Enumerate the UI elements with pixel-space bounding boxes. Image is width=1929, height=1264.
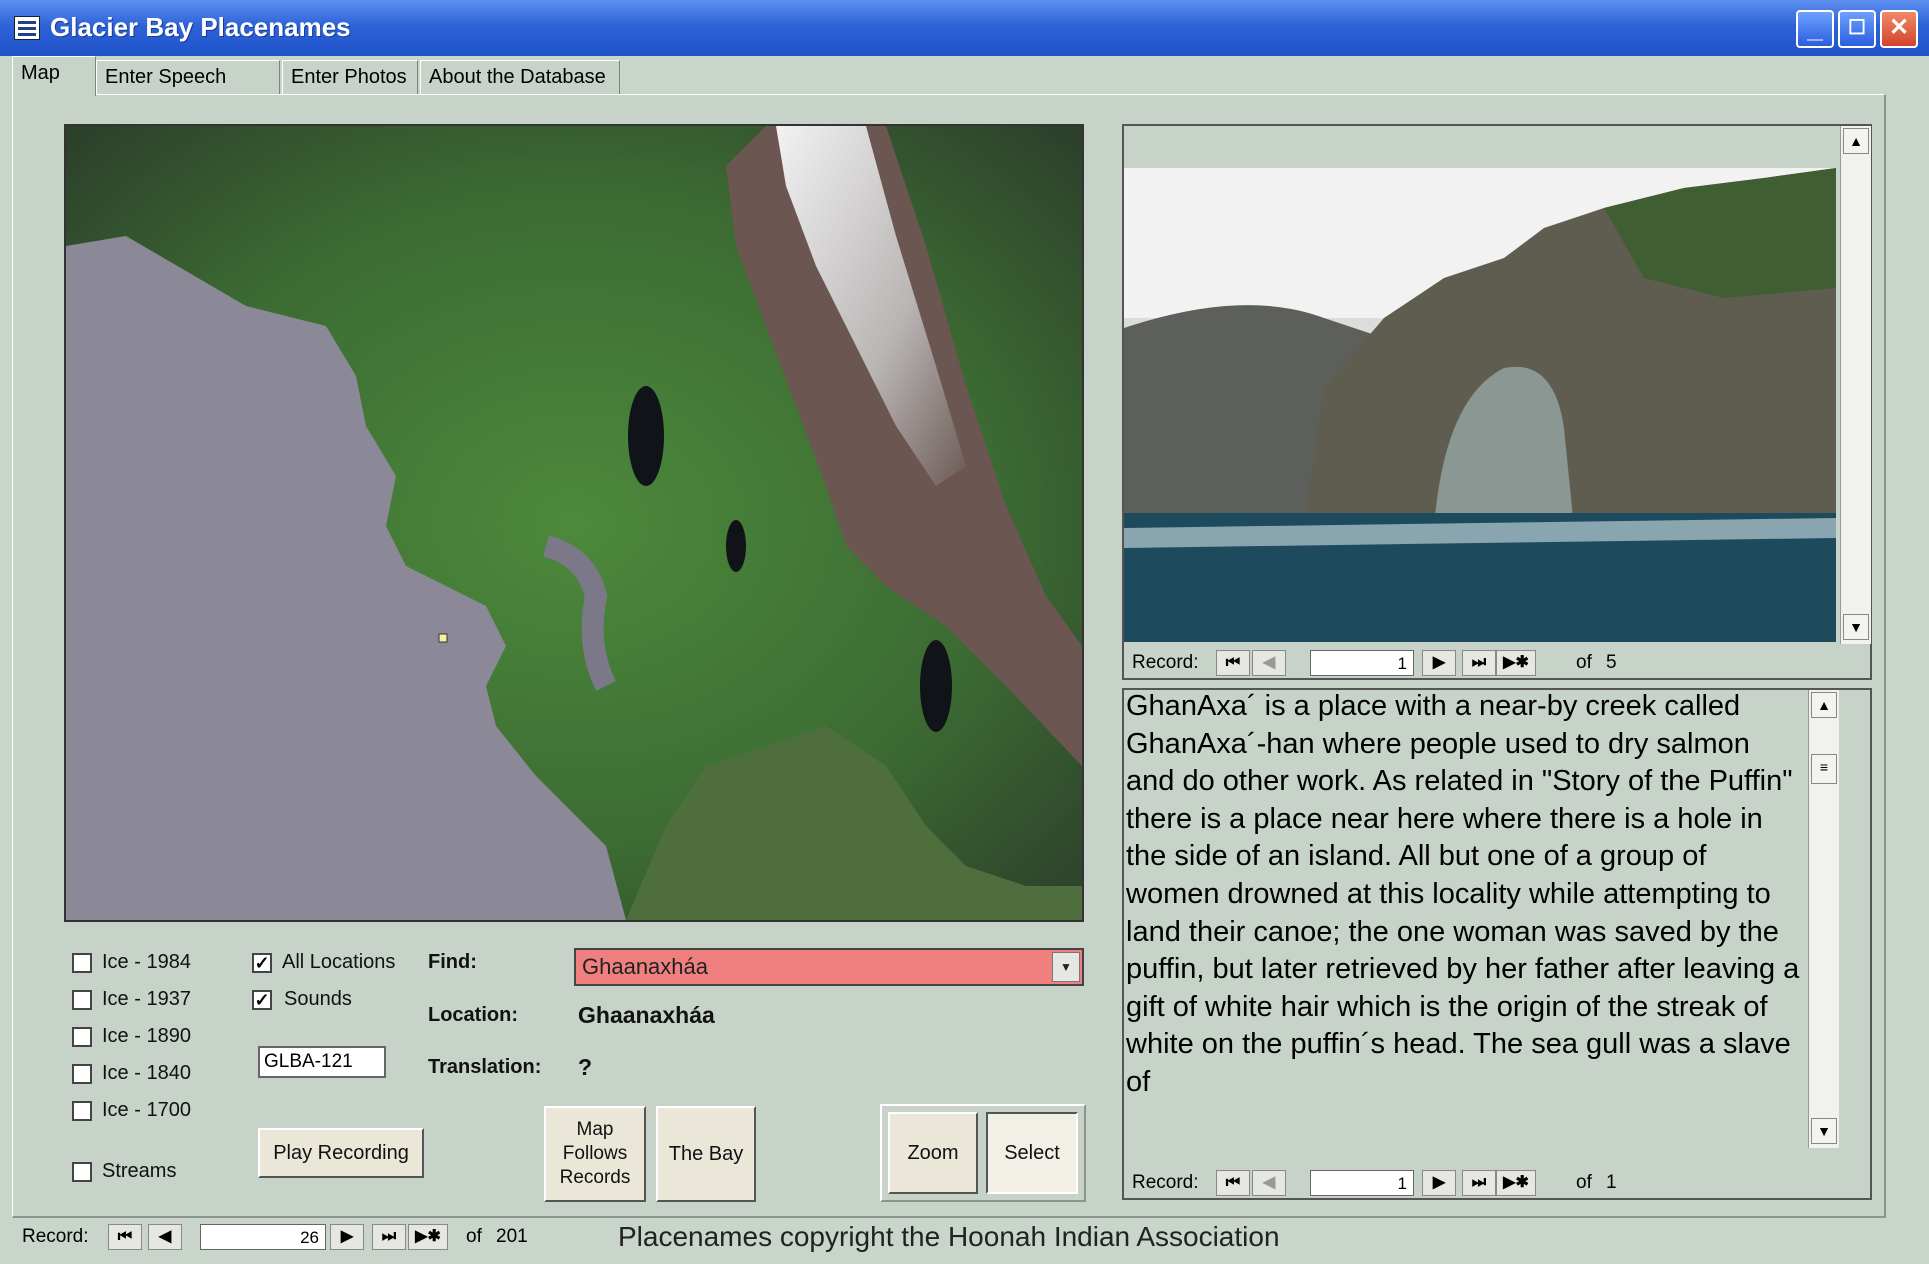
streams-checkbox[interactable]	[72, 1162, 92, 1182]
translation-label: Translation:	[428, 1056, 542, 1078]
ice-1984-label: Ice - 1984	[102, 951, 191, 973]
sounds-label: Sounds	[284, 988, 352, 1010]
tab-enter-photos[interactable]: Enter Photos	[282, 60, 418, 94]
record-number-field[interactable]: 26	[200, 1224, 326, 1250]
tab-map-label: Map	[21, 62, 60, 84]
ice-1700-checkbox[interactable]	[72, 1101, 92, 1121]
find-value: Ghaanaxháa	[582, 954, 708, 979]
record-label: Record:	[22, 1226, 89, 1247]
ice-1937-checkbox[interactable]	[72, 990, 92, 1010]
description-text[interactable]: GhanAxa´ is a place with a near-by creek…	[1126, 688, 1806, 1150]
tab-map[interactable]: Map	[12, 56, 96, 96]
ice-1984-checkbox[interactable]	[72, 953, 92, 973]
tab-enter-speech-files[interactable]: Enter Speech Files	[96, 60, 280, 120]
translation-value: ?	[578, 1054, 593, 1080]
tab-label: About the Database	[429, 66, 606, 88]
record-total: 201	[496, 1226, 528, 1247]
sounds-checkbox[interactable]: ✓	[252, 990, 272, 1010]
scroll-up-button[interactable]: ▲	[1843, 128, 1869, 154]
main-record-nav: Record: ⏮ ◀ 26 ▶ ⏭ ▶✱ of 201 Placenames …	[12, 1218, 1886, 1258]
description-scrollbar[interactable]: ▲ ≡ ▼	[1808, 690, 1839, 1148]
button-label: Follows	[562, 1143, 628, 1164]
site-code-field[interactable]: GLBA-121	[258, 1046, 386, 1078]
all-locations-label: All Locations	[282, 951, 396, 973]
record-label: Record:	[1132, 1172, 1199, 1193]
scroll-down-button[interactable]: ▼	[1843, 614, 1869, 640]
play-recording-button[interactable]: Play Recording	[258, 1128, 424, 1178]
record-number-field[interactable]: 1	[1310, 650, 1414, 676]
location-photo	[1124, 168, 1836, 642]
first-record-button[interactable]: ⏮	[1216, 650, 1250, 676]
prev-record-button[interactable]: ◀	[1252, 1170, 1286, 1196]
prev-record-button[interactable]: ◀	[148, 1224, 182, 1250]
scroll-thumb[interactable]: ≡	[1811, 754, 1837, 784]
location-value: Ghaanaxháa	[578, 1002, 715, 1028]
last-record-button[interactable]: ⏭	[372, 1224, 406, 1250]
map-follows-records-button[interactable]: Map Follows Records	[544, 1106, 646, 1202]
ice-1890-checkbox[interactable]	[72, 1027, 92, 1047]
maximize-button[interactable]: ☐	[1838, 10, 1876, 48]
scroll-down-button[interactable]: ▼	[1811, 1118, 1837, 1144]
ice-1890-label: Ice - 1890	[102, 1025, 191, 1047]
find-combobox[interactable]: Ghaanaxháa ▼	[574, 948, 1084, 986]
ice-1840-checkbox[interactable]	[72, 1064, 92, 1084]
tab-label: Enter Photos	[291, 66, 407, 88]
next-record-button[interactable]: ▶	[1422, 650, 1456, 676]
tab-about-database[interactable]: About the Database	[420, 60, 620, 94]
all-locations-checkbox[interactable]: ✓	[252, 953, 272, 973]
new-record-button[interactable]: ▶✱	[1496, 1170, 1536, 1196]
record-total: 5	[1606, 652, 1617, 673]
ice-1840-label: Ice - 1840	[102, 1062, 191, 1084]
map-image	[66, 126, 1082, 920]
the-bay-button[interactable]: The Bay	[656, 1106, 756, 1202]
photo-image	[1124, 168, 1836, 642]
streams-label: Streams	[102, 1160, 177, 1182]
description-record-nav: Record: ⏮ ◀ 1 ▶ ⏭ ▶✱ of 1	[1132, 1170, 1832, 1198]
record-label: Record:	[1132, 652, 1199, 673]
of-label: of	[1576, 1172, 1592, 1193]
photo-record-nav: Record: ⏮ ◀ 1 ▶ ⏭ ▶✱ of 5	[1132, 650, 1832, 678]
location-label: Location:	[428, 1004, 518, 1026]
record-total: 1	[1606, 1172, 1617, 1193]
record-number-field[interactable]: 1	[1310, 1170, 1414, 1196]
photo-scrollbar[interactable]: ▲ ▼	[1840, 126, 1871, 644]
location-marker	[438, 633, 448, 643]
window-title: Glacier Bay Placenames	[50, 12, 351, 42]
new-record-button[interactable]: ▶✱	[1496, 650, 1536, 676]
last-record-button[interactable]: ⏭	[1462, 1170, 1496, 1196]
copyright-notice: Placenames copyright the Hoonah Indian A…	[618, 1221, 1280, 1252]
title-bar[interactable]: Glacier Bay Placenames _ ☐ ✕	[0, 0, 1929, 56]
next-record-button[interactable]: ▶	[330, 1224, 364, 1250]
ice-1700-label: Ice - 1700	[102, 1099, 191, 1121]
select-button[interactable]: Select	[986, 1112, 1078, 1194]
of-label: of	[1576, 652, 1592, 673]
dropdown-arrow-icon[interactable]: ▼	[1052, 952, 1080, 982]
new-record-button[interactable]: ▶✱	[408, 1224, 448, 1250]
of-label: of	[466, 1226, 482, 1247]
first-record-button[interactable]: ⏮	[108, 1224, 142, 1250]
scroll-up-button[interactable]: ▲	[1811, 692, 1837, 718]
zoom-button[interactable]: Zoom	[888, 1112, 978, 1194]
form-icon	[14, 16, 40, 40]
first-record-button[interactable]: ⏮	[1216, 1170, 1250, 1196]
satellite-map[interactable]	[64, 124, 1084, 922]
find-label: Find:	[428, 951, 477, 973]
button-label: Map	[576, 1119, 614, 1140]
minimize-button[interactable]: _	[1796, 10, 1834, 48]
ice-1937-label: Ice - 1937	[102, 988, 191, 1010]
prev-record-button[interactable]: ◀	[1252, 650, 1286, 676]
close-button[interactable]: ✕	[1880, 10, 1918, 48]
button-label: Records	[559, 1167, 631, 1188]
last-record-button[interactable]: ⏭	[1462, 650, 1496, 676]
next-record-button[interactable]: ▶	[1422, 1170, 1456, 1196]
